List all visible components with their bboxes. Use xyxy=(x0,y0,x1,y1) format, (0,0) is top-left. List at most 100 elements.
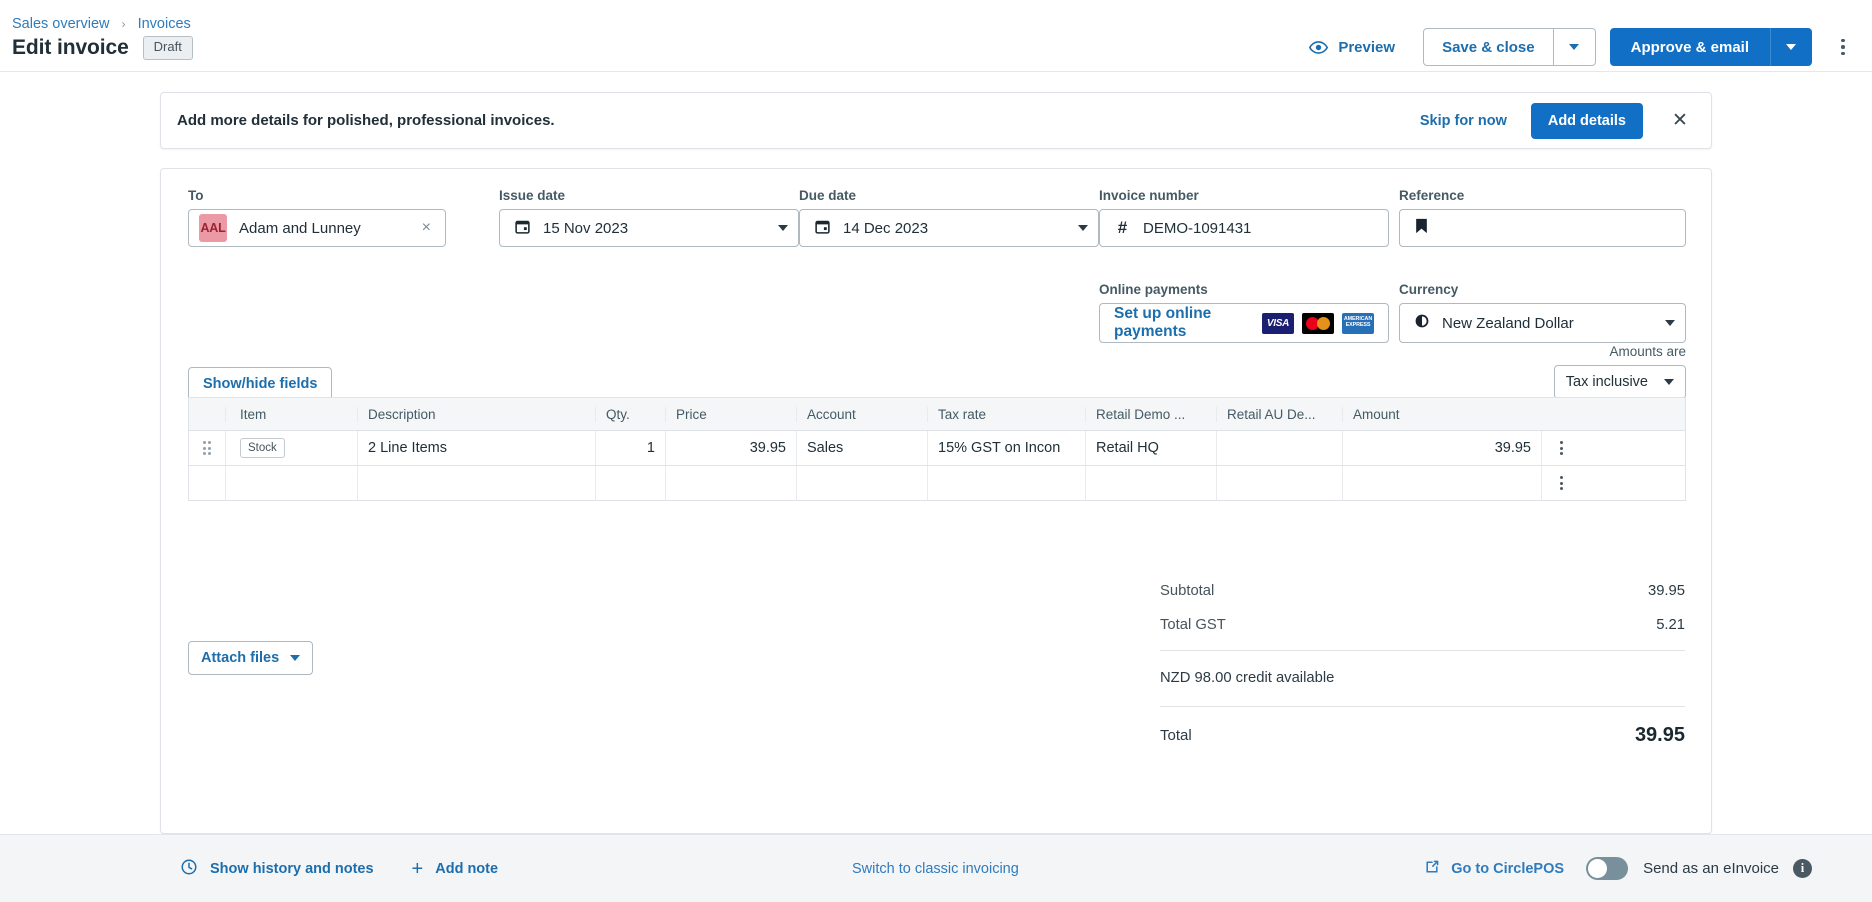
banner-message: Add more details for polished, professio… xyxy=(177,112,555,129)
to-label: To xyxy=(188,188,204,203)
breadcrumb-invoices[interactable]: Invoices xyxy=(138,16,191,32)
show-hide-fields-button[interactable]: Show/hide fields xyxy=(188,367,333,401)
send-as-einvoice-label: Send as an eInvoice xyxy=(1643,860,1779,877)
breadcrumb-separator: › xyxy=(121,17,126,31)
setup-online-payments-button[interactable]: Set up online payments VISA AMERICAN EXPR… xyxy=(1099,303,1389,343)
amounts-are-select[interactable]: Tax inclusive xyxy=(1553,365,1686,399)
skip-for-now-button[interactable]: Skip for now xyxy=(1410,105,1517,137)
row-retail-demo-cell[interactable] xyxy=(1085,466,1216,500)
total-gst-label: Total GST xyxy=(1160,617,1226,633)
row-tax-rate-cell[interactable] xyxy=(927,466,1085,500)
info-icon[interactable]: i xyxy=(1793,859,1812,878)
go-to-circlepos-link[interactable]: Go to CirclePOS xyxy=(1424,859,1564,879)
row-account-cell[interactable]: Sales xyxy=(796,431,927,465)
total-row: Total 39.95 xyxy=(1160,715,1685,756)
row-account-cell[interactable] xyxy=(796,466,927,500)
row-tax-rate-cell[interactable]: 15% GST on Incon xyxy=(927,431,1085,465)
add-details-button[interactable]: Add details xyxy=(1530,102,1643,139)
subtotal-row: Subtotal 39.95 xyxy=(1160,574,1685,608)
save-close-dropdown-button[interactable] xyxy=(1553,28,1596,66)
preview-button[interactable]: Preview xyxy=(1299,32,1405,63)
breadcrumb-sales-overview[interactable]: Sales overview xyxy=(12,16,110,32)
chevron-down-icon[interactable] xyxy=(778,225,788,231)
show-history-and-notes-button[interactable]: Show history and notes xyxy=(180,858,374,880)
table-row[interactable]: Stock 2 Line Items 1 39.95 Sales 15% GST… xyxy=(188,431,1686,466)
grid-header-price: Price xyxy=(665,406,796,422)
row-qty-cell[interactable]: 1 xyxy=(595,431,665,465)
row-retail-au-cell[interactable] xyxy=(1216,431,1342,465)
amex-icon: AMERICAN EXPRESS xyxy=(1342,312,1374,334)
bookmark-icon xyxy=(1415,218,1428,238)
subtotal-value: 39.95 xyxy=(1647,583,1685,599)
due-date-input[interactable]: 14 Dec 2023 xyxy=(799,209,1099,247)
issue-date-input[interactable]: 15 Nov 2023 xyxy=(499,209,799,247)
app-header: Sales overview › Invoices Edit invoice D… xyxy=(0,0,1872,72)
switch-to-classic-invoicing-link[interactable]: Switch to classic invoicing xyxy=(852,861,1019,877)
row-qty-cell[interactable] xyxy=(595,466,665,500)
row-description-cell[interactable]: 2 Line Items xyxy=(357,431,595,465)
external-link-icon xyxy=(1424,859,1440,879)
row-amount-cell[interactable]: 39.95 xyxy=(1342,431,1541,465)
currency-select[interactable]: New Zealand Dollar xyxy=(1399,303,1686,343)
grid-header-qty: Qty. xyxy=(595,406,665,422)
row-item-cell[interactable] xyxy=(225,466,357,500)
mastercard-icon xyxy=(1302,312,1334,334)
total-label: Total xyxy=(1160,727,1192,744)
clear-icon[interactable]: × xyxy=(418,220,435,236)
breadcrumb: Sales overview › Invoices xyxy=(12,16,191,32)
field-currency: Currency New Zealand Dollar xyxy=(1399,282,1686,343)
approve-email-split-button: Approve & email xyxy=(1609,28,1812,66)
chevron-down-icon[interactable] xyxy=(1665,320,1675,326)
to-input[interactable]: AAL Adam and Lunney × xyxy=(188,209,446,247)
amounts-are-group: Amounts are Tax inclusive xyxy=(1553,344,1686,399)
grid-header-item: Item xyxy=(225,406,357,422)
kebab-dot xyxy=(1841,38,1845,43)
approve-email-button[interactable]: Approve & email xyxy=(1609,28,1770,66)
more-options-button[interactable] xyxy=(1824,28,1862,66)
grid-header-tax-rate: Tax rate xyxy=(927,406,1085,422)
amounts-are-label: Amounts are xyxy=(1609,344,1686,359)
row-description-cell[interactable] xyxy=(357,466,595,500)
reference-input[interactable] xyxy=(1399,209,1686,247)
stock-chip: Stock xyxy=(240,437,285,459)
gst-row: Total GST 5.21 xyxy=(1160,608,1685,642)
field-due-date: Due date 14 Dec 2023 xyxy=(799,188,1099,247)
row-price-cell[interactable]: 39.95 xyxy=(665,431,796,465)
row-item-cell[interactable]: Stock xyxy=(225,431,357,465)
total-gst-value: 5.21 xyxy=(1656,617,1685,633)
field-invoice-number: Invoice number # DEMO-1091431 xyxy=(1099,188,1389,247)
header-actions: Preview Save & close Approve & email xyxy=(1299,28,1862,66)
show-history-label: Show history and notes xyxy=(210,860,374,877)
approve-email-dropdown-button[interactable] xyxy=(1770,28,1812,66)
status-badge: Draft xyxy=(142,36,193,60)
add-note-button[interactable]: + Add note xyxy=(412,859,499,879)
eye-icon xyxy=(1309,38,1329,57)
currency-value: New Zealand Dollar xyxy=(1442,314,1574,332)
attach-files-button[interactable]: Attach files xyxy=(188,641,314,675)
invoice-number-input[interactable]: # DEMO-1091431 xyxy=(1099,209,1389,247)
row-retail-demo-cell[interactable]: Retail HQ xyxy=(1085,431,1216,465)
footer-bar: Show history and notes + Add note Switch… xyxy=(0,834,1872,902)
send-as-einvoice-toggle[interactable] xyxy=(1586,857,1629,880)
divider xyxy=(1160,650,1685,651)
row-menu-button[interactable] xyxy=(1541,431,1581,465)
close-icon[interactable]: ✕ xyxy=(1667,108,1693,134)
row-menu-button[interactable] xyxy=(1541,466,1581,500)
row-amount-cell[interactable] xyxy=(1342,466,1541,500)
save-close-button[interactable]: Save & close xyxy=(1423,28,1554,66)
field-online-payments: Online payments Set up online payments V… xyxy=(1099,282,1389,343)
drag-handle-icon[interactable] xyxy=(189,431,225,465)
grid-header-retail-au: Retail AU De... xyxy=(1216,406,1342,422)
credit-available-note: NZD 98.00 credit available xyxy=(1160,670,1335,686)
row-retail-au-cell[interactable] xyxy=(1216,466,1342,500)
chevron-down-icon[interactable] xyxy=(1078,225,1088,231)
table-row[interactable] xyxy=(188,466,1686,501)
invoice-number-value: DEMO-1091431 xyxy=(1143,219,1252,237)
chevron-down-icon xyxy=(1664,379,1674,385)
row-price-cell[interactable] xyxy=(665,466,796,500)
due-date-value: 14 Dec 2023 xyxy=(843,219,929,237)
invoice-number-label: Invoice number xyxy=(1099,188,1199,203)
title-row: Edit invoice Draft xyxy=(12,36,193,60)
promo-banner: Add more details for polished, professio… xyxy=(160,92,1712,149)
visa-icon: VISA xyxy=(1262,312,1294,334)
